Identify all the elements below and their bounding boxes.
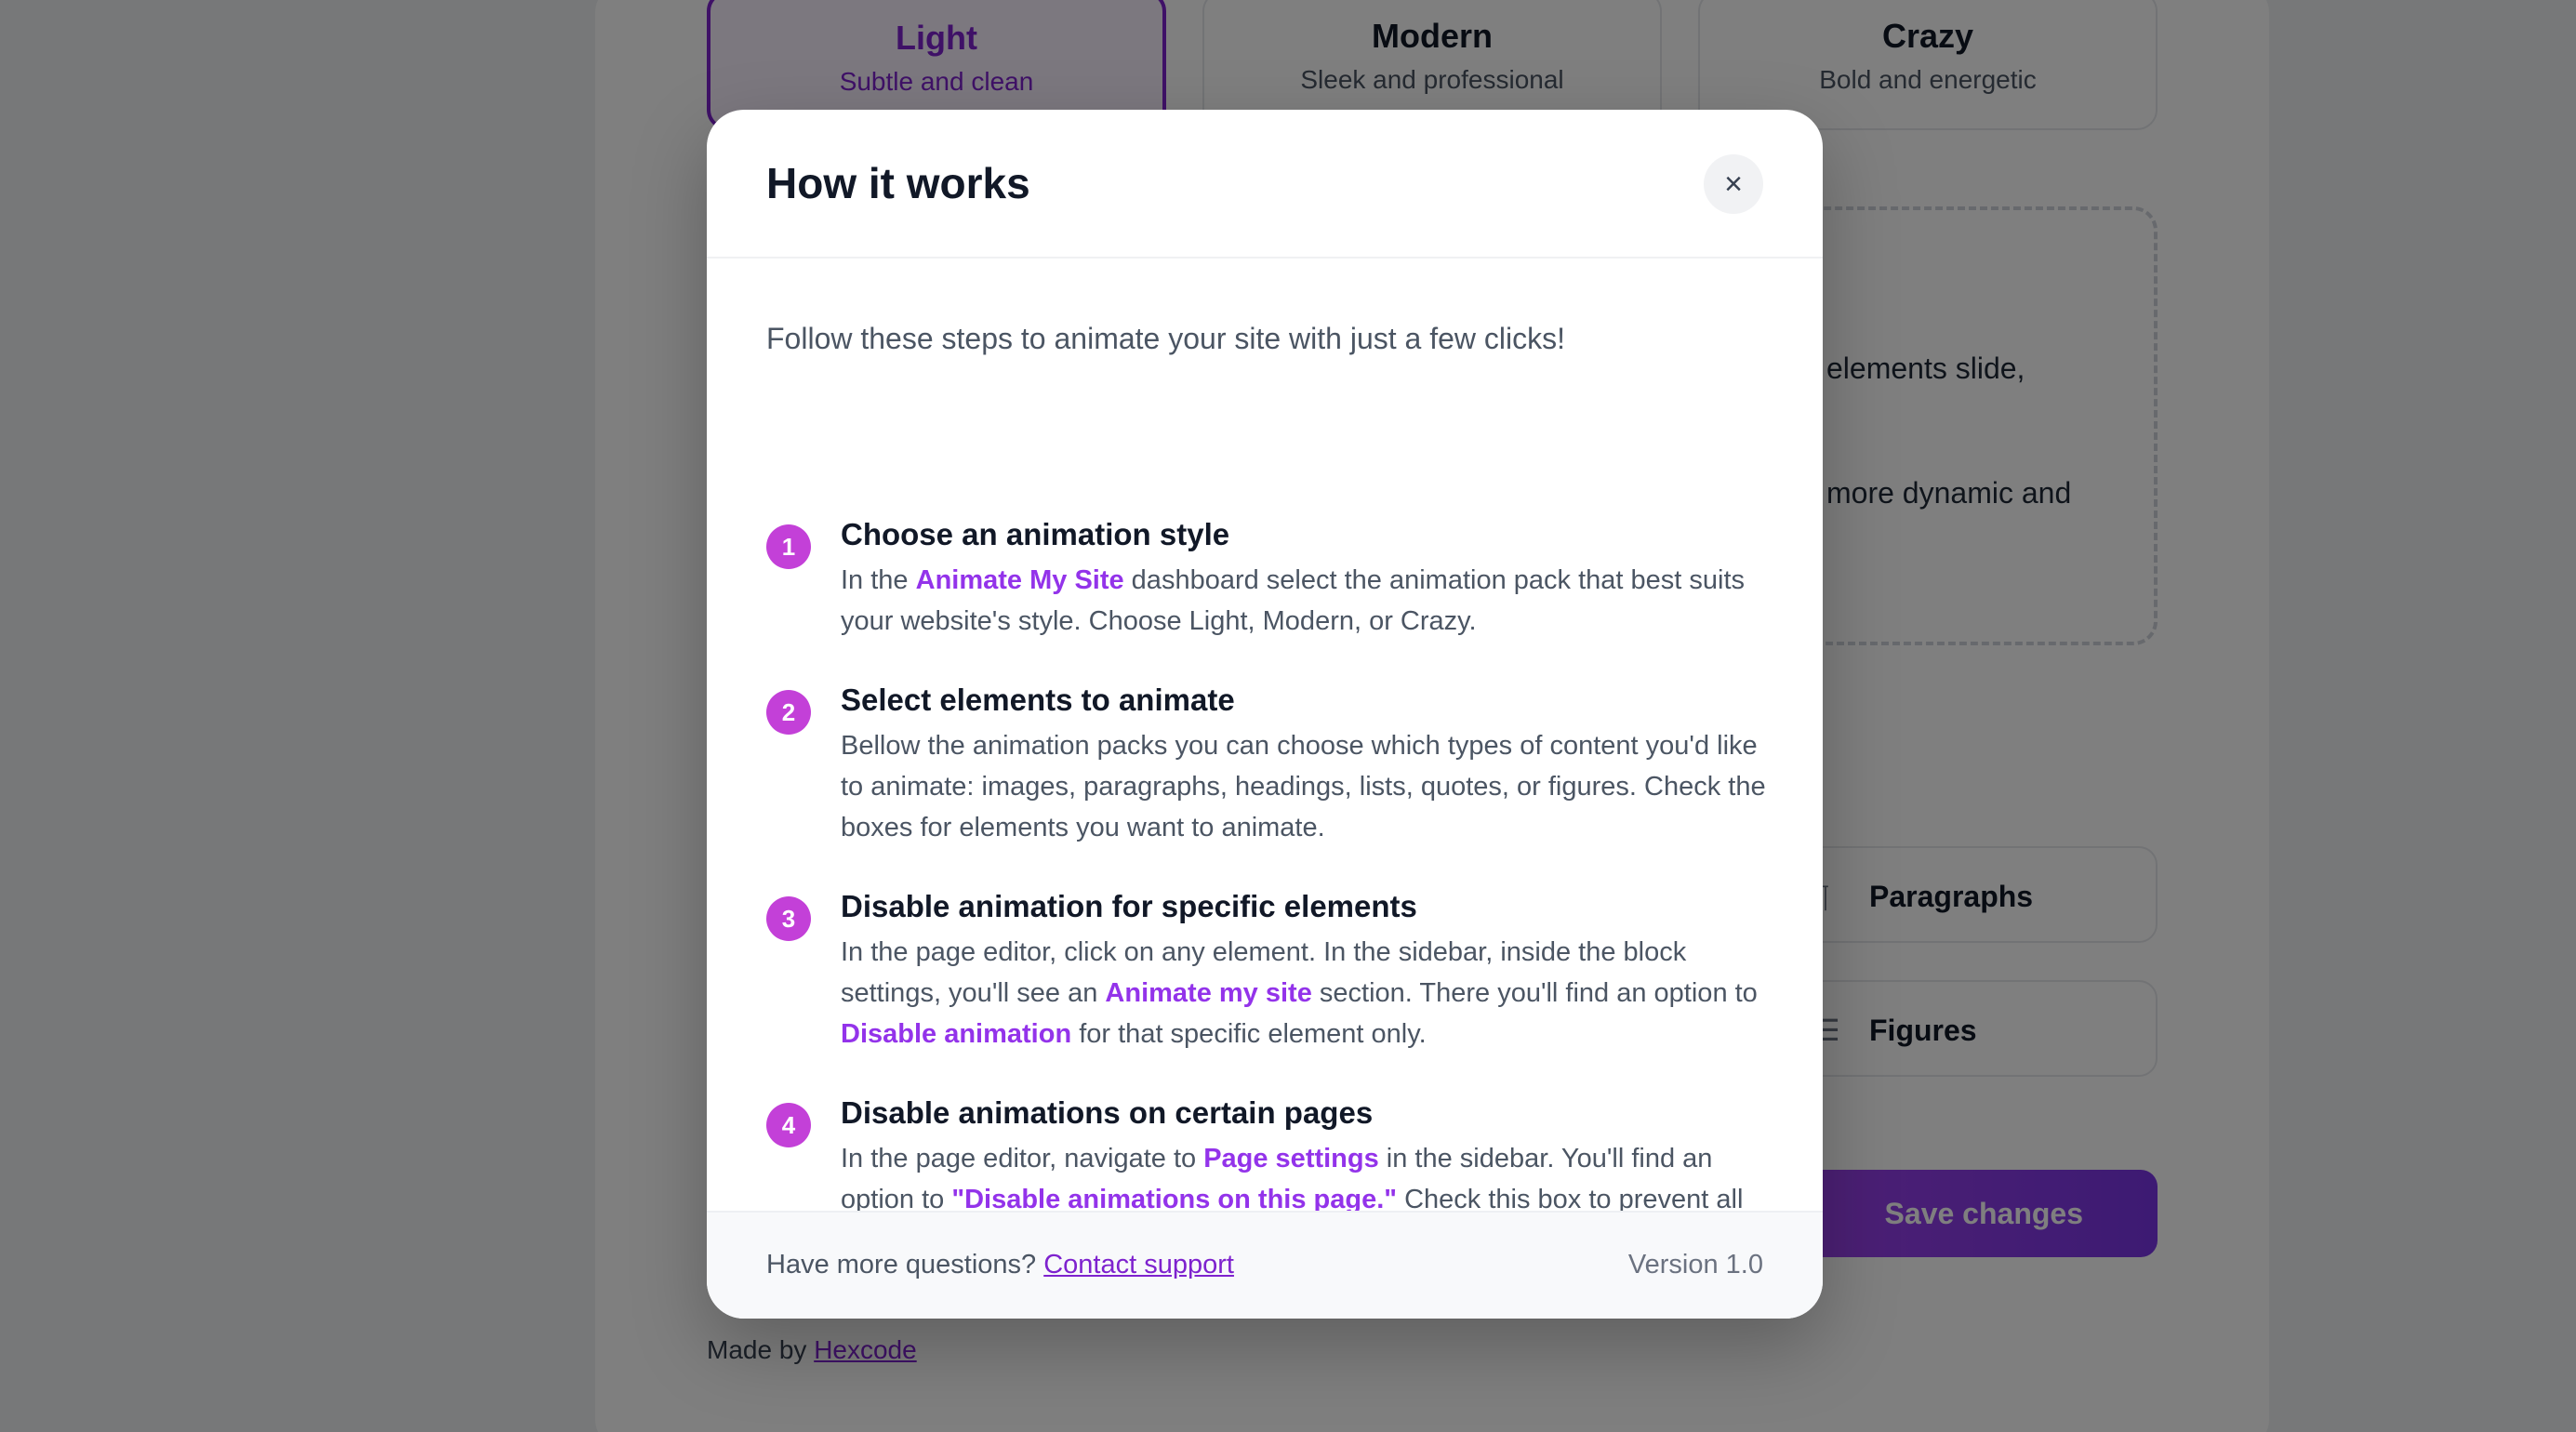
step-description: Bellow the animation packs you can choos… [841, 725, 1771, 848]
step-text: Bellow the animation packs you can choos… [841, 731, 1766, 842]
modal-header: How it works × [707, 110, 1823, 259]
step-number-badge: 1 [766, 524, 811, 569]
how-it-works-modal: How it works × Follow these steps to ani… [707, 110, 1823, 1319]
step-highlight: Page settings [1203, 1144, 1379, 1173]
step-description: In the Animate My Site dashboard select … [841, 560, 1771, 642]
step-number-badge: 4 [766, 1103, 811, 1147]
step-number-badge: 2 [766, 690, 811, 735]
footer-question: Have more questions? [766, 1250, 1037, 1280]
step-text: section. There you'll find an option to [1311, 978, 1758, 1008]
step-text: In the [841, 565, 916, 595]
step-text: for that specific element only. [1071, 1019, 1427, 1049]
step-title: Choose an animation style [841, 517, 1230, 551]
modal-title: How it works [766, 159, 1030, 207]
version-label: Version 1.0 [1627, 1250, 1763, 1280]
modal-intro: Follow these steps to animate your site … [766, 322, 1566, 355]
close-icon[interactable]: × [1704, 154, 1763, 214]
step-title: Select elements to animate [841, 683, 1235, 717]
step-description: In the page editor, click on any element… [841, 932, 1771, 1054]
step-highlight: Animate my site [1105, 978, 1312, 1008]
step-text: In the page editor, navigate to [841, 1144, 1204, 1173]
modal-footer: Have more questions? Contact support Ver… [707, 1211, 1823, 1319]
step-highlight: Disable animation [841, 1019, 1072, 1049]
step-title: Disable animation for specific elements [841, 889, 1417, 923]
footer-help: Have more questions? Contact support [766, 1250, 1234, 1280]
contact-support-link[interactable]: Contact support [1043, 1250, 1234, 1280]
step-title: Disable animations on certain pages [841, 1095, 1374, 1130]
step-highlight: Animate My Site [915, 565, 1124, 595]
step-number-badge: 3 [766, 896, 811, 941]
